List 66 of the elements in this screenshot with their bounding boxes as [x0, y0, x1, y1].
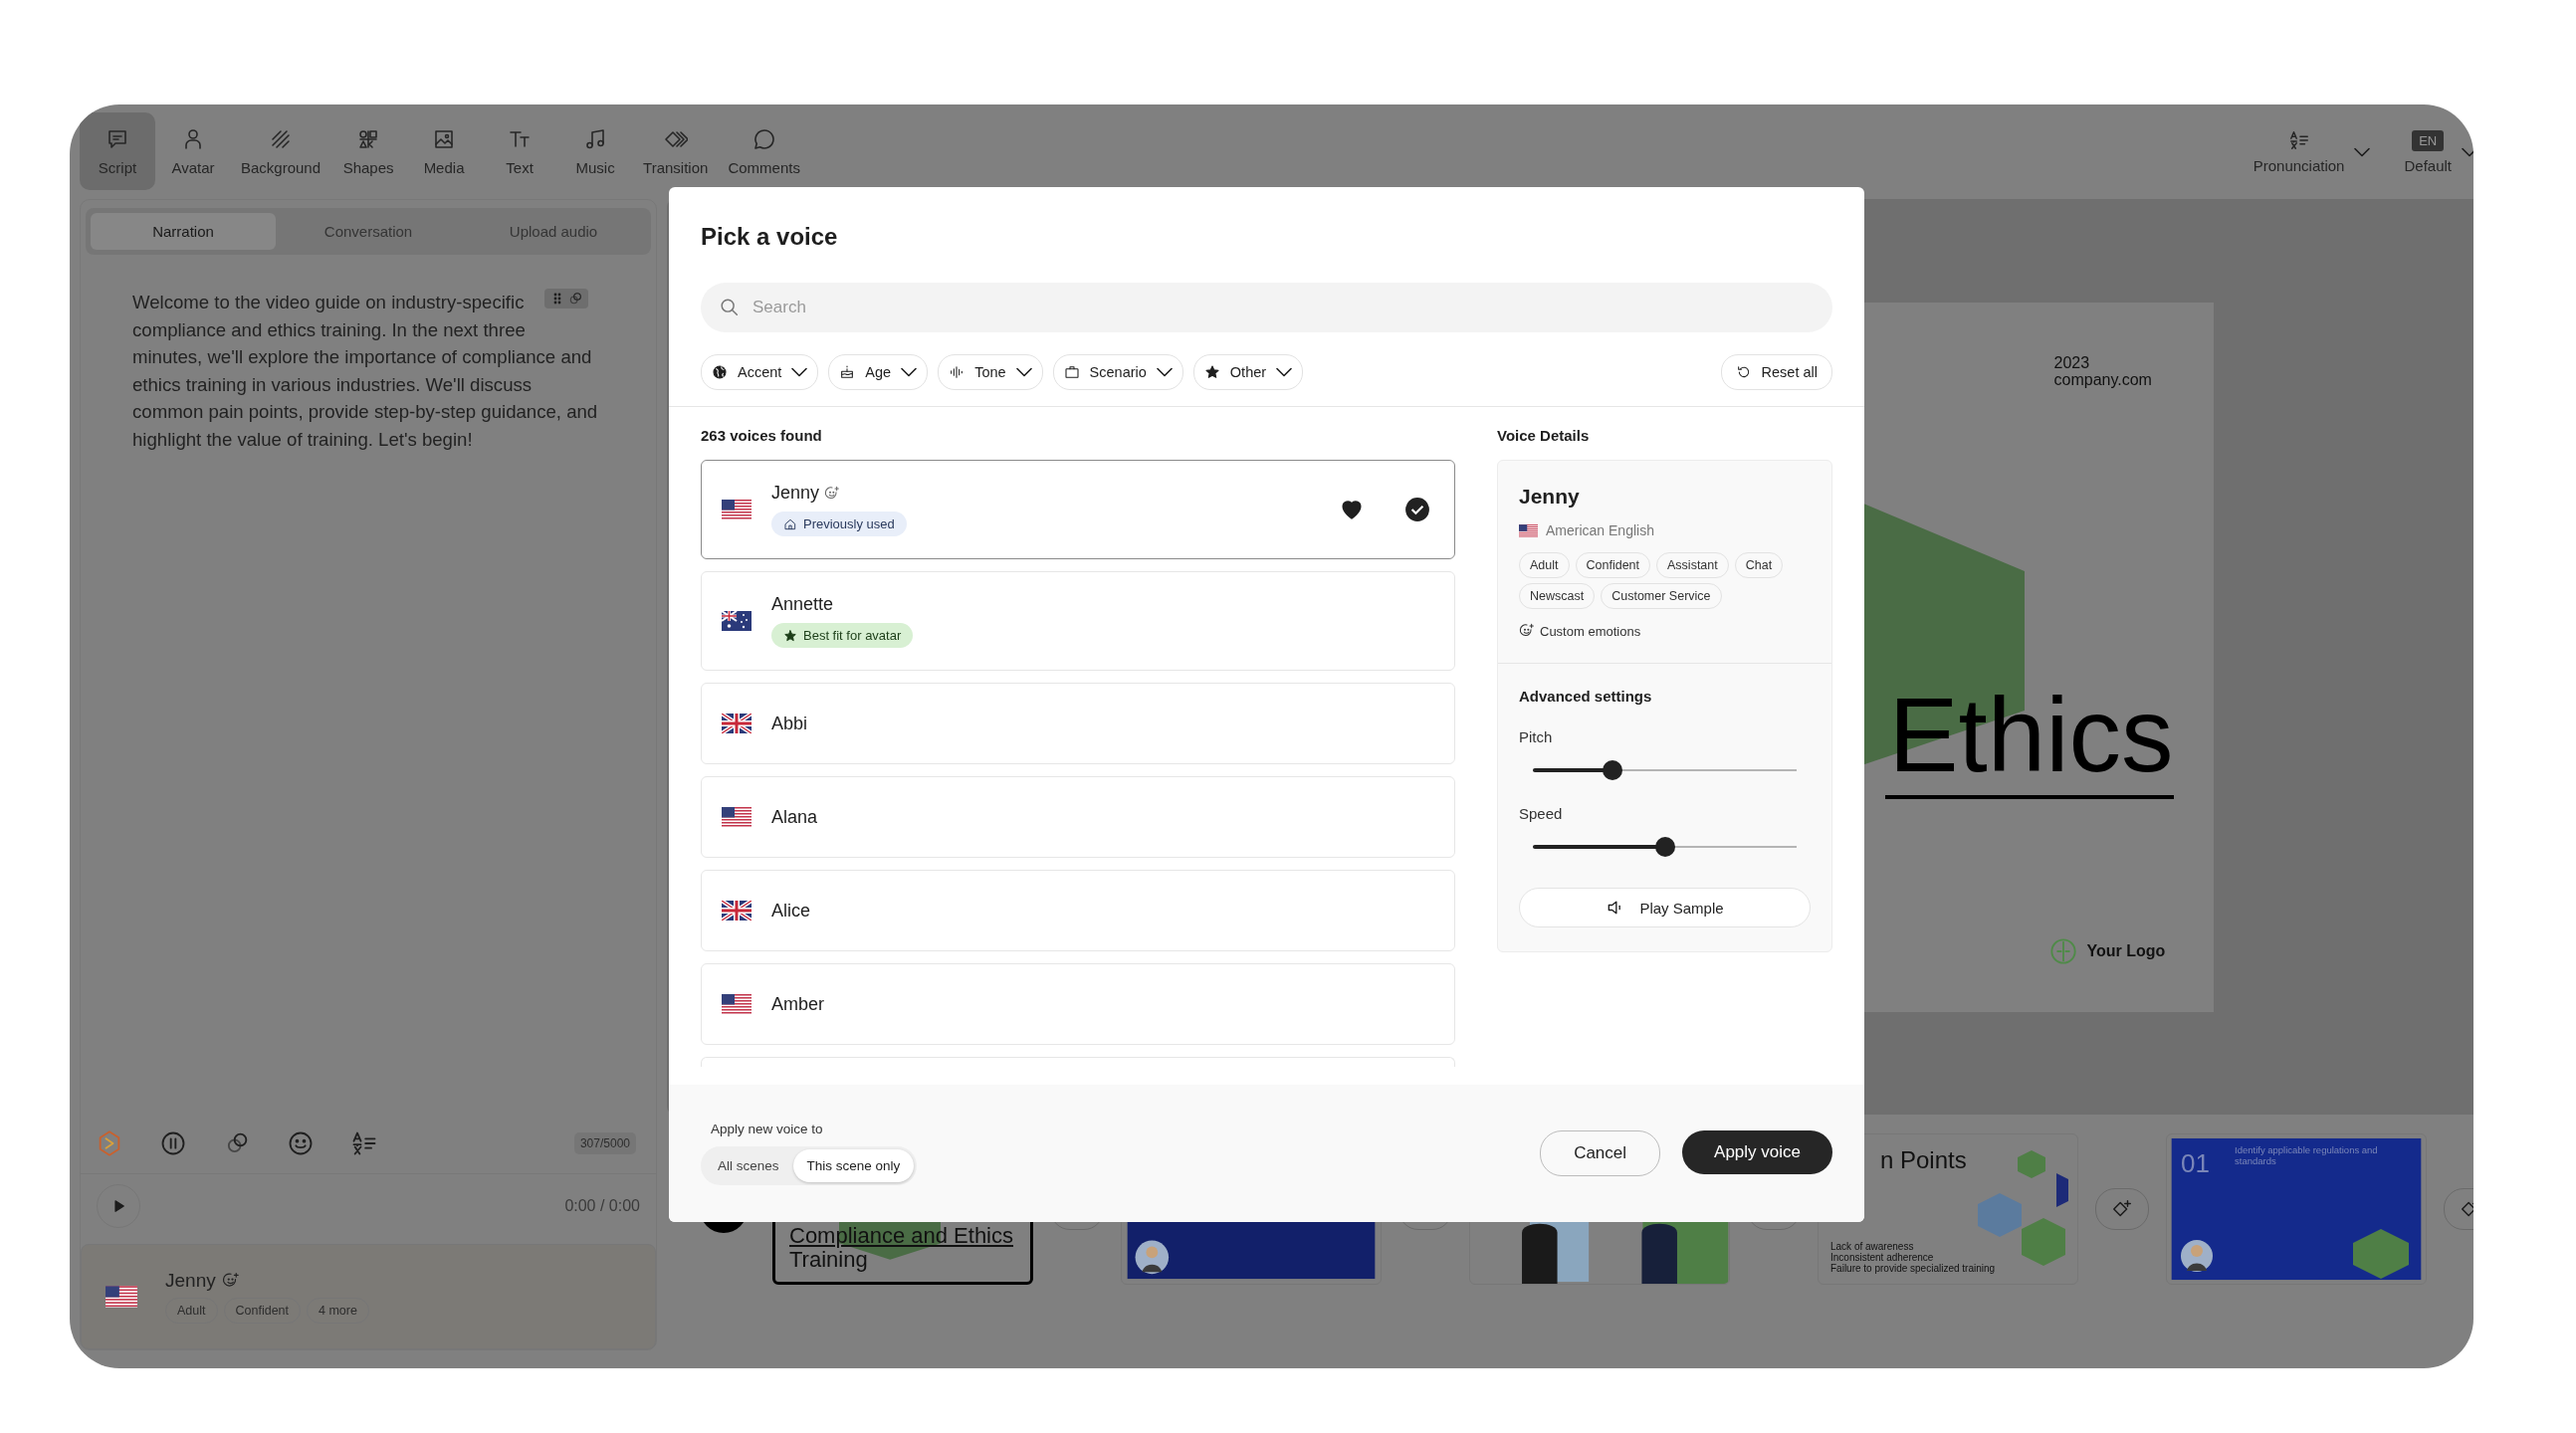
search-field[interactable]: Search: [701, 283, 1832, 332]
voice-item[interactable]: Jenny Previously used: [701, 460, 1455, 559]
slide-title-text: Compliance and Ethics: [789, 1224, 1013, 1248]
toolbar-button[interactable]: Transition: [633, 112, 719, 190]
voice-item[interactable]: Abbi: [701, 683, 1455, 764]
voice-language: American English: [1546, 522, 1654, 538]
language-button[interactable]: EN Default: [2404, 129, 2452, 174]
voice-card[interactable]: Jenny Adult Confident 4 more: [81, 1244, 656, 1349]
slide-website: company.com: [2053, 370, 2152, 388]
filter-dropdown[interactable]: Scenario: [1052, 354, 1183, 390]
voice-item[interactable]: Alana: [701, 776, 1455, 858]
section-heading: Advanced settings: [1519, 688, 1653, 705]
slide-year: 2023: [2053, 353, 2091, 371]
scope-option[interactable]: This scene only: [792, 1149, 915, 1182]
voice-item[interactable]: Annette Best fit for avatar: [701, 571, 1455, 671]
toolbar-button[interactable]: Comments: [718, 112, 810, 190]
toolbar-button[interactable]: Music: [557, 112, 634, 190]
scope-option[interactable]: All scenes: [704, 1149, 793, 1182]
voice-name: Alana: [771, 806, 818, 828]
filter-dropdown[interactable]: Tone: [938, 354, 1043, 390]
apply-button[interactable]: Apply voice: [1682, 1130, 1832, 1174]
voice-name: Jenny: [1519, 485, 1581, 509]
voice-item[interactable]: Alice: [701, 870, 1455, 951]
toolbar-button[interactable]: Text: [482, 112, 558, 190]
tab[interactable]: Narration: [91, 213, 276, 250]
slide-title: Ethics: [1884, 675, 2174, 799]
toolbar-button[interactable]: Shapes: [330, 112, 407, 190]
slide-title-text: n Points: [1880, 1146, 1967, 1174]
scene-thumbnail[interactable]: 01 Identify applicable regulations and standards: [2166, 1133, 2427, 1285]
voice-name: Alice: [771, 900, 810, 921]
filter-dropdown[interactable]: Accent: [701, 354, 819, 390]
voice-name: Jenny: [165, 1270, 216, 1292]
voice-badge: Best fit for avatar: [771, 623, 914, 648]
slide-text: Identify applicable regulations and standards: [2235, 1144, 2379, 1166]
slide-bullet-text: Inconsistent adherence: [1830, 1252, 1935, 1263]
voice-name: Jenny: [771, 483, 820, 504]
language-code: EN: [2412, 129, 2445, 151]
voice-item[interactable]: Amber: [701, 963, 1455, 1045]
filter-dropdown[interactable]: Other: [1192, 354, 1304, 390]
details-heading: Voice Details: [1497, 427, 1591, 444]
voice-name: Abbi: [771, 713, 808, 734]
toolbar-button[interactable]: Background: [231, 112, 331, 190]
toolbar-button[interactable]: Media: [406, 112, 483, 190]
filter-dropdown[interactable]: Age: [828, 354, 929, 390]
play-sample-button[interactable]: Play Sample: [1519, 888, 1811, 927]
voice-badge: Previously used: [771, 512, 907, 536]
script-text[interactable]: Welcome to the video guide on industry-specific compliance and ethics training. In the next three minutes, we'll explore the importance of compliance and ethics training in various industries. We'll discuss common pain points, provide step-by-step guidance, and highlight the value of training. Let's begin!: [132, 289, 600, 453]
toolbar-button[interactable]: Avatar: [155, 112, 231, 190]
reset-button[interactable]: Reset all: [1720, 354, 1832, 390]
apply-to-label: Apply new voice to: [710, 1122, 824, 1136]
slider-label: Speed: [1519, 805, 1564, 822]
slide-title-text: Training: [789, 1248, 868, 1272]
character-count: 307/5000: [573, 1132, 636, 1154]
pronunciation-button[interactable]: Pronunciation: [2253, 129, 2345, 174]
slider-label: Pitch: [1519, 728, 1554, 745]
cancel-button[interactable]: Cancel: [1540, 1130, 1661, 1176]
voice-name: Annette: [771, 594, 834, 615]
time-display: 0:00 / 0:00: [564, 1197, 640, 1215]
results-count: 263 voices found: [701, 427, 823, 444]
logo-text: Your Logo: [2086, 941, 2166, 960]
slide-bullet-text: Failure to provide specialized training: [1830, 1263, 1996, 1274]
slide-number: 01: [2181, 1148, 2210, 1179]
slide-bullet-text: Lack of awareness: [1830, 1241, 1915, 1252]
custom-emotions-link[interactable]: Custom emotions: [1540, 623, 1641, 639]
dialog-title: Pick a voice: [701, 223, 839, 251]
voice-name: Amber: [771, 993, 824, 1015]
